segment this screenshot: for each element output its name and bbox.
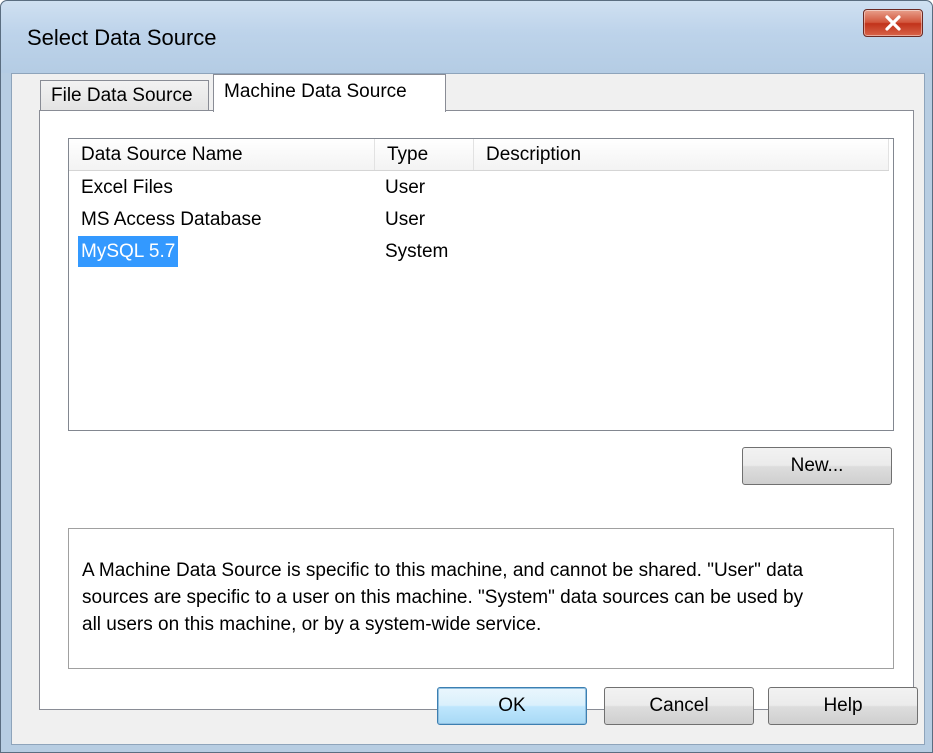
machine-data-source-panel: Data Source Name Type Description Excel … [39, 110, 914, 710]
dialog-window: Select Data Source File Data Source Mach… [0, 0, 933, 753]
data-source-name: MS Access Database [81, 209, 262, 230]
list-item[interactable]: Excel Files User [69, 172, 889, 203]
help-button[interactable]: Help [768, 687, 918, 725]
data-source-type: User [385, 209, 426, 230]
data-source-name: MySQL 5.7 [78, 236, 179, 267]
close-button[interactable] [863, 9, 923, 37]
ok-button[interactable]: OK [437, 687, 587, 725]
data-source-type: System [385, 241, 449, 262]
cancel-button[interactable]: Cancel [604, 687, 754, 725]
column-header-name[interactable]: Data Source Name [69, 139, 375, 170]
tab-machine-data-source[interactable]: Machine Data Source [213, 74, 446, 112]
list-item[interactable]: MS Access Database User [69, 204, 889, 235]
description-box: A Machine Data Source is specific to thi… [68, 528, 894, 669]
data-source-list[interactable]: Data Source Name Type Description Excel … [68, 138, 894, 431]
column-header-description[interactable]: Description [474, 139, 889, 170]
new-button[interactable]: New... [742, 447, 892, 485]
column-header-type[interactable]: Type [375, 139, 474, 170]
description-text: A Machine Data Source is specific to thi… [82, 560, 804, 635]
dialog-client-area: File Data Source Machine Data Source Dat… [11, 73, 925, 745]
list-item-selected[interactable]: MySQL 5.7 System [69, 236, 889, 267]
tab-file-data-source[interactable]: File Data Source [40, 80, 209, 111]
window-title: Select Data Source [27, 25, 217, 50]
title-bar[interactable]: Select Data Source [1, 1, 932, 73]
list-header: Data Source Name Type Description [69, 139, 889, 171]
data-source-type: User [385, 177, 426, 198]
data-source-name: Excel Files [81, 177, 173, 198]
close-icon [885, 15, 901, 31]
